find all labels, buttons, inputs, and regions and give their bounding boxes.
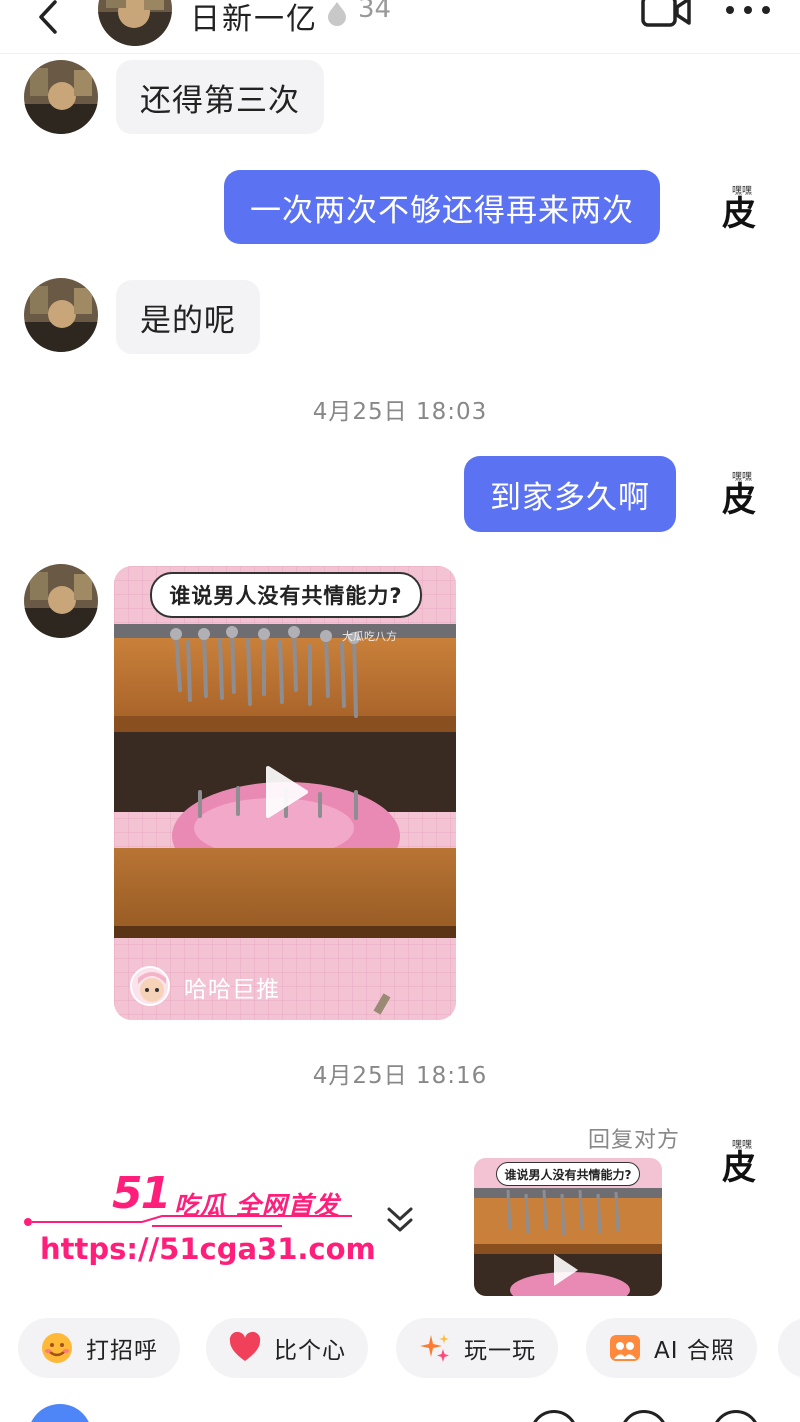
- reply-label: 回复对方: [588, 1128, 681, 1153]
- collapse-button[interactable]: [380, 1200, 420, 1240]
- video-watermark: 大瓜吃八方: [342, 630, 397, 643]
- play-chip[interactable]: 玩一玩: [396, 1318, 558, 1378]
- message-bubble[interactable]: 一次两次不够还得再来两次: [224, 170, 660, 244]
- quoted-video-title: 谁说男人没有共情能力?: [496, 1162, 640, 1186]
- double-chevron-down-icon: [387, 1207, 413, 1232]
- quick-actions-bar: 打招呼 比个心 玩一玩 AI 合照: [18, 1318, 800, 1378]
- watermark-brand: 51: [112, 1168, 171, 1219]
- timestamp: 4月25日 18:16: [312, 1063, 488, 1089]
- play-icon[interactable]: [262, 764, 310, 820]
- more-options-button[interactable]: [726, 0, 770, 22]
- fire-drop-icon: [328, 2, 346, 26]
- sparkle-icon: [418, 1331, 452, 1365]
- chip-label: 玩一玩: [464, 1338, 536, 1364]
- chat-header: 日新一亿 34: [0, 0, 800, 54]
- heart-icon: [228, 1331, 262, 1365]
- quoted-video-thumbnail[interactable]: 谁说男人没有共情能力?: [474, 1158, 662, 1296]
- contact-avatar[interactable]: [24, 60, 98, 134]
- input-field[interactable]: [0, 1396, 800, 1422]
- message-bubble[interactable]: 到家多久啊: [464, 456, 676, 532]
- video-call-icon[interactable]: [640, 0, 692, 28]
- contact-avatar[interactable]: [24, 564, 98, 638]
- watermark-tagline: 吃瓜 全网首发: [174, 1191, 340, 1220]
- contact-name[interactable]: 日新一亿: [190, 0, 318, 38]
- chip-label: 比个心: [274, 1338, 346, 1364]
- timestamp: 4月25日 18:03: [312, 399, 488, 425]
- self-avatar[interactable]: 嘿嘿 皮: [702, 1126, 776, 1200]
- ai-photo-chip[interactable]: AI 合照: [586, 1318, 757, 1378]
- shared-video-card[interactable]: 谁说男人没有共情能力? 大瓜吃八方 哈哈巨推: [114, 566, 456, 1020]
- video-author: 哈哈巨推: [184, 977, 280, 1003]
- back-button[interactable]: [28, 0, 68, 42]
- message-bubble[interactable]: 还得第三次: [116, 60, 324, 134]
- chip-label: 打招呼: [86, 1338, 158, 1364]
- smile-emoji-icon: [40, 1331, 74, 1365]
- message-bubble[interactable]: 是的呢: [116, 280, 260, 354]
- spark-count: 34: [358, 0, 392, 24]
- self-avatar[interactable]: 嘿嘿 皮: [702, 172, 776, 246]
- more-chip[interactable]: [778, 1318, 800, 1378]
- author-avatar: [130, 966, 170, 1006]
- chevron-left-icon: [39, 0, 57, 34]
- video-title: 谁说男人没有共情能力?: [150, 572, 422, 618]
- heart-chip[interactable]: 比个心: [206, 1318, 368, 1378]
- contact-avatar[interactable]: [24, 278, 98, 352]
- watermark-url: https://51cga31.com: [40, 1232, 376, 1266]
- input-bar: [0, 1396, 800, 1422]
- contact-avatar[interactable]: [98, 0, 172, 46]
- photo-icon: [608, 1331, 642, 1365]
- greet-chip[interactable]: 打招呼: [18, 1318, 180, 1378]
- self-avatar[interactable]: 嘿嘿 皮: [702, 458, 776, 532]
- chip-label: AI 合照: [654, 1338, 735, 1364]
